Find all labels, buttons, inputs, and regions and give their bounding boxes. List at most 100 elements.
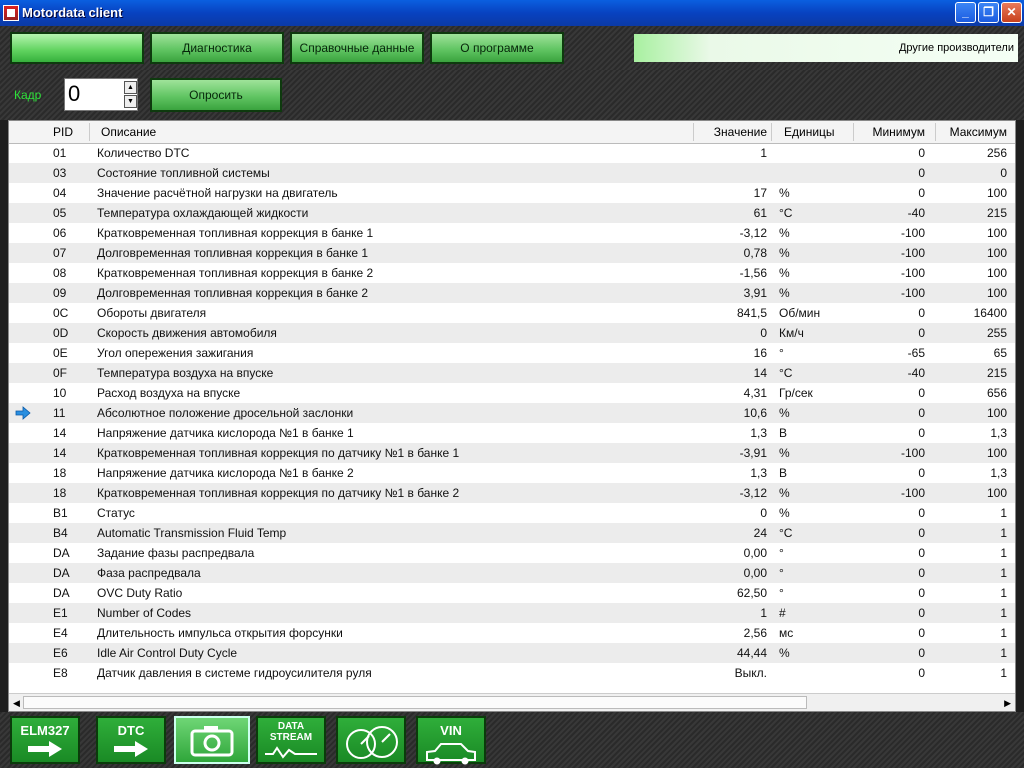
pid-cell: 05 bbox=[53, 206, 67, 220]
value-cell: 24 bbox=[753, 526, 767, 540]
table-row[interactable]: 05 Температура охлаждающей жидкости 61 °C -4… bbox=[9, 203, 1015, 223]
value-cell: 1,3 bbox=[750, 466, 767, 480]
description-cell: Температура воздуха на впуске bbox=[97, 366, 274, 380]
table-row[interactable]: 0E Угол опережения зажигания 16 ° -65 65 bbox=[9, 343, 1015, 363]
table-row[interactable]: 14 Кратковременная топливная коррекция по… bbox=[9, 443, 1015, 463]
menu-reference-button[interactable]: Справочные данные bbox=[290, 32, 424, 64]
menu-diagnostics-button[interactable]: Диагностика bbox=[150, 32, 284, 64]
header-pid[interactable]: PID bbox=[53, 125, 73, 139]
table-row[interactable]: 08 Кратковременная топливная коррекция в … bbox=[9, 263, 1015, 283]
pid-cell: B1 bbox=[53, 506, 68, 520]
min-cell: -40 bbox=[907, 206, 925, 220]
data-stream-tool-button[interactable]: DATA STREAM bbox=[256, 716, 326, 764]
value-cell: -3,12 bbox=[739, 486, 767, 500]
value-cell: 61 bbox=[753, 206, 767, 220]
table-row[interactable]: 0F Температура воздуха на впуске 14 °C -40 21… bbox=[9, 363, 1015, 383]
gauges-tool-button[interactable] bbox=[336, 716, 406, 764]
min-cell: 0 bbox=[918, 406, 925, 420]
vin-tool-button[interactable]: VIN bbox=[416, 716, 486, 765]
unit-cell: В bbox=[779, 466, 788, 480]
value-cell: 2,56 bbox=[743, 626, 767, 640]
max-cell: 1,3 bbox=[990, 426, 1007, 440]
table-row[interactable]: 0C Обороты двигателя 841,5 Об/мин 0 16400 bbox=[9, 303, 1015, 323]
table-row[interactable]: 04 Значение расчётной нагрузки на двигате… bbox=[9, 183, 1015, 203]
pid-cell: DA bbox=[53, 586, 70, 600]
table-row[interactable]: 18 Кратковременная топливная коррекция по… bbox=[9, 483, 1015, 503]
table-row[interactable]: E4 Длительность импульса открытия форсунк… bbox=[9, 623, 1015, 643]
table-row[interactable]: 07 Долговременная топливная коррекция в б… bbox=[9, 243, 1015, 263]
header-units[interactable]: Единицы bbox=[784, 125, 835, 139]
elm327-tool-button[interactable]: ELM327 bbox=[10, 716, 80, 764]
table-row[interactable]: E6 Idle Air Control Duty Cycle 44,44% 0 1 bbox=[9, 643, 1015, 663]
unit-cell: % bbox=[779, 226, 790, 240]
pid-cell: 06 bbox=[53, 226, 67, 240]
tool-label: VIN bbox=[440, 723, 462, 738]
max-cell: 100 bbox=[986, 406, 1007, 420]
table-row[interactable]: 09 Долговременная топливная коррекция в б… bbox=[9, 283, 1015, 303]
header-description[interactable]: Описание bbox=[101, 125, 156, 139]
poll-button[interactable]: Опросить bbox=[150, 78, 282, 112]
table-row[interactable]: DA Фаза распредвала 0,00 ° 0 1 bbox=[9, 563, 1015, 583]
table-row[interactable]: 11 Абсолютное положение дросельной заслон… bbox=[9, 403, 1015, 423]
value-cell: 62,50 bbox=[736, 586, 767, 600]
table-row[interactable]: 0D Скорость движения автомобиля 0 Км/ч 0 255 bbox=[9, 323, 1015, 343]
value-cell: -1,56 bbox=[739, 266, 767, 280]
header-value[interactable]: Значение bbox=[714, 125, 767, 139]
header-divider bbox=[693, 123, 694, 141]
max-cell: 656 bbox=[986, 386, 1007, 400]
description-cell: Датчик давления в системе гидроусилителя… bbox=[97, 666, 372, 680]
min-cell: -100 bbox=[900, 266, 925, 280]
pid-cell: 03 bbox=[53, 166, 67, 180]
dtc-tool-button[interactable]: DTC bbox=[96, 716, 166, 764]
unit-cell: # bbox=[779, 606, 786, 620]
table-row[interactable]: 18 Напряжение датчика кислорода №1 в банк… bbox=[9, 463, 1015, 483]
horizontal-scrollbar[interactable]: ◀ ▶ bbox=[9, 693, 1015, 711]
table-row[interactable]: B4 Automatic Transmission Fluid Temp 24 °C 0… bbox=[9, 523, 1015, 543]
value-cell: 0 bbox=[760, 506, 767, 520]
value-cell: 17 bbox=[753, 186, 767, 200]
spin-up-icon[interactable]: ▲ bbox=[124, 81, 137, 94]
min-cell: 0 bbox=[918, 526, 925, 540]
title-bar: Motordata client _ ❐ ✕ bbox=[0, 0, 1024, 26]
description-cell: Статус bbox=[97, 506, 135, 520]
value-cell: 44,44 bbox=[736, 646, 767, 660]
pid-cell: 07 bbox=[53, 246, 67, 260]
app-icon bbox=[3, 5, 19, 21]
min-cell: 0 bbox=[918, 586, 925, 600]
table-row[interactable]: 01 Количество DTC 1 0 256 bbox=[9, 143, 1015, 163]
camera-tool-button[interactable] bbox=[174, 716, 250, 764]
scroll-left-icon[interactable]: ◀ bbox=[13, 698, 20, 709]
max-cell: 1 bbox=[1000, 506, 1007, 520]
spin-down-icon[interactable]: ▼ bbox=[124, 95, 137, 108]
value-cell: -3,12 bbox=[739, 226, 767, 240]
description-cell: Кратковременная топливная коррекция по д… bbox=[97, 486, 460, 500]
other-makers-link[interactable]: Другие производители bbox=[880, 42, 1014, 54]
minimize-button[interactable]: _ bbox=[955, 2, 976, 23]
table-row[interactable]: 06 Кратковременная топливная коррекция в … bbox=[9, 223, 1015, 243]
close-button[interactable]: ✕ bbox=[1001, 2, 1022, 23]
table-row[interactable]: 14 Напряжение датчика кислорода №1 в банк… bbox=[9, 423, 1015, 443]
maximize-button[interactable]: ❐ bbox=[978, 2, 999, 23]
max-cell: 16400 bbox=[973, 306, 1007, 320]
unit-cell: % bbox=[779, 486, 790, 500]
table-row[interactable]: E8 Датчик давления в системе гидроусилите… bbox=[9, 663, 1015, 683]
scroll-right-icon[interactable]: ▶ bbox=[1004, 698, 1011, 709]
table-row[interactable]: E1 Number of Codes 1 #0 1 bbox=[9, 603, 1015, 623]
unit-cell: ° bbox=[779, 566, 784, 580]
menu-about-button[interactable]: О программе bbox=[430, 32, 564, 64]
table-row[interactable]: B1 Статус 0% 0 1 bbox=[9, 503, 1015, 523]
value-cell: -3,91 bbox=[739, 446, 767, 460]
header-max[interactable]: Максимум bbox=[950, 125, 1007, 139]
tool-label: ELM327 bbox=[20, 723, 70, 738]
value-cell: Выкл. bbox=[734, 666, 767, 680]
waveform-icon bbox=[258, 745, 324, 759]
header-min[interactable]: Минимум bbox=[872, 125, 925, 139]
value-cell: 3,91 bbox=[743, 286, 767, 300]
scrollbar-thumb[interactable] bbox=[23, 696, 807, 709]
max-cell: 100 bbox=[986, 226, 1007, 240]
table-row[interactable]: DA Задание фазы распредвала 0,00 ° 0 1 bbox=[9, 543, 1015, 563]
table-row[interactable]: 03 Состояние топливной системы 0 0 bbox=[9, 163, 1015, 183]
table-row[interactable]: 10 Расход воздуха на впуске 4,31 Гр/сек 0 656 bbox=[9, 383, 1015, 403]
menu-home-button[interactable] bbox=[10, 32, 144, 64]
table-row[interactable]: DA OVC Duty Ratio 62,50 ° 0 1 bbox=[9, 583, 1015, 603]
